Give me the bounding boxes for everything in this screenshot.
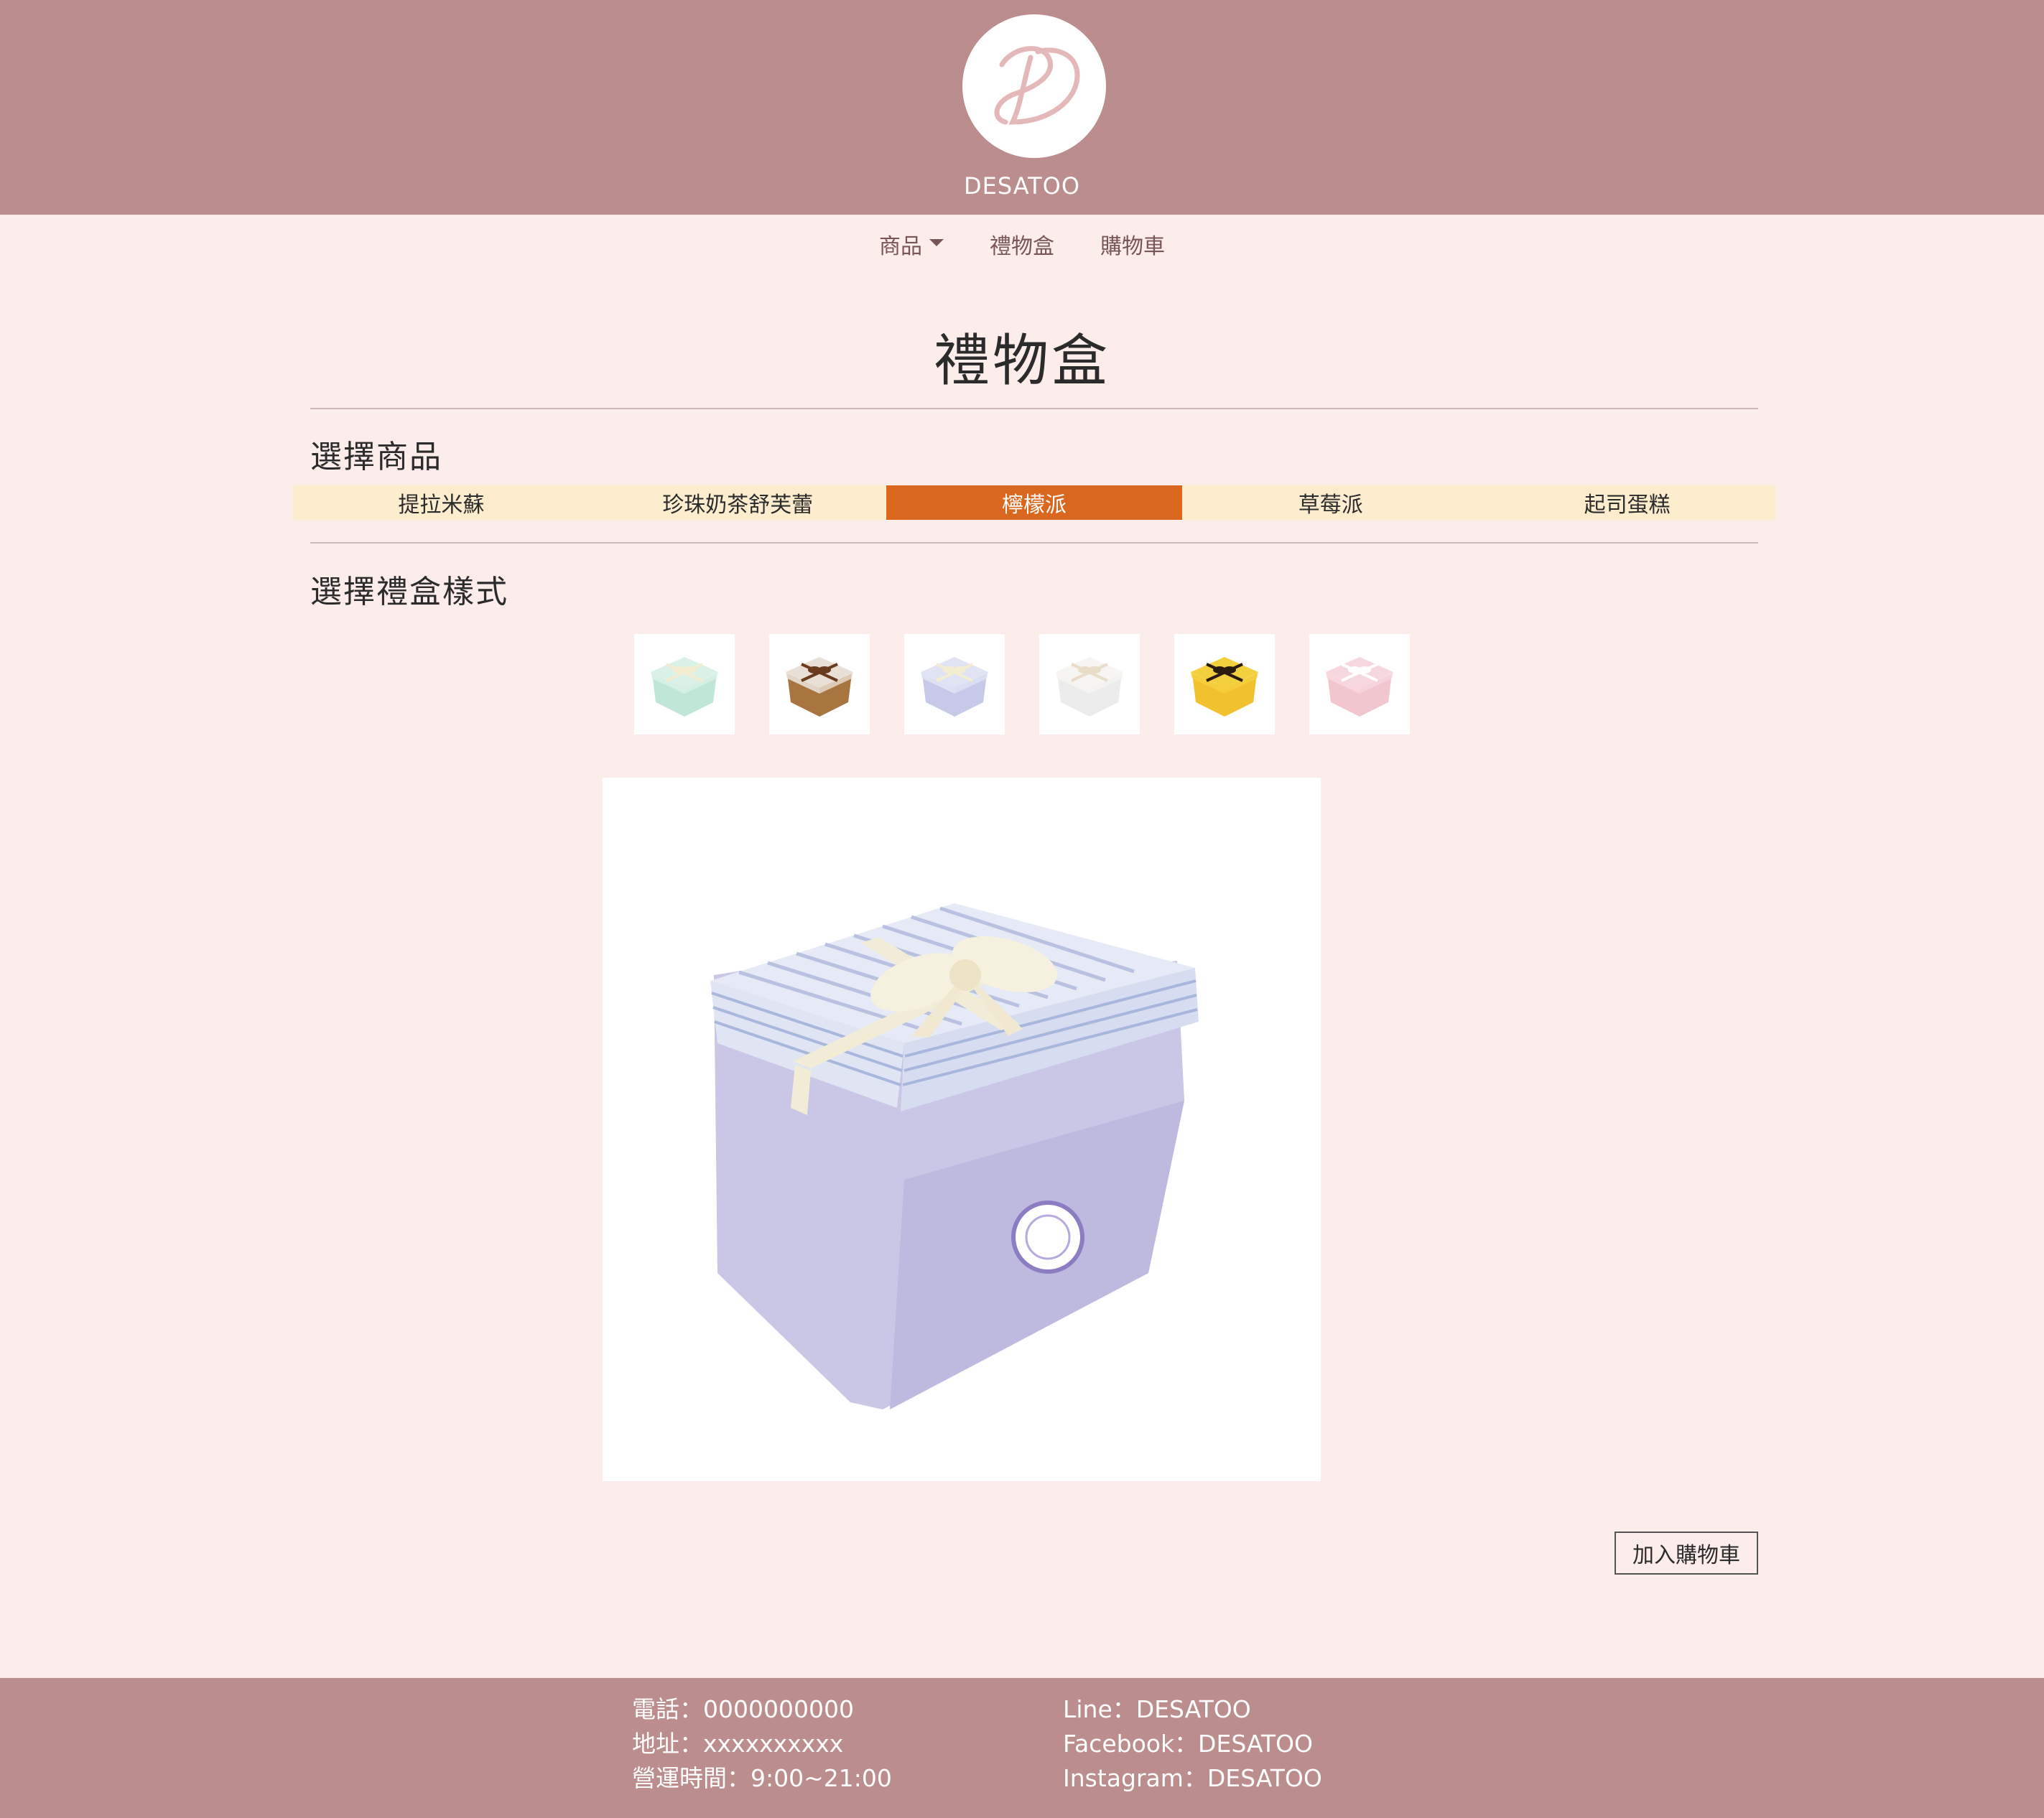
nav-item-label: 購物車 [1100,234,1165,259]
brown-gift-box-icon [786,657,853,717]
page-title: 禮物盒 [933,329,1110,393]
logo[interactable] [962,14,1106,158]
footer-contact: 電話：0000000000 地址：xxxxxxxxxx 營運時間：9:00~21… [632,1692,892,1796]
lavender-gift-box-image [710,903,1199,1409]
box-style-thumbnail[interactable] [1309,634,1410,735]
box-style-thumbnail[interactable] [634,634,735,735]
caret-down-icon [929,239,944,246]
logo-d-icon [994,46,1080,125]
brand-name: DESATOO [963,172,1081,200]
box-style-thumbnail[interactable] [904,634,1005,735]
lavender-gift-box-icon [921,657,988,717]
box-section-heading: 選擇禮盒樣式 [310,574,508,610]
nav-item-label: 禮物盒 [990,234,1054,259]
mint-gift-box-icon [651,657,718,717]
footer-social: Line：DESATOO Facebook：DESATOO Instagram：… [1063,1692,1322,1796]
site-header: DESATOO [0,0,2044,215]
footer-phone: 電話：0000000000 [632,1695,854,1723]
nav-item-label: 商品 [879,234,922,259]
gift-box-preview [603,778,1321,1481]
product-tab-milk-tea-souffle[interactable]: 珍珠奶茶舒芙蕾 [590,485,886,520]
yellow-gift-box-icon [1191,657,1258,717]
pink-gift-box-icon [1326,657,1393,717]
product-tabs: 提拉米蘇 珍珠奶茶舒芙蕾 檸檬派 草莓派 起司蛋糕 [293,485,1775,520]
product-tab-tiramisu[interactable]: 提拉米蘇 [293,485,590,520]
add-to-cart-button[interactable]: 加入購物車 [1615,1532,1758,1575]
product-tab-strawberry-pie[interactable]: 草莓派 [1182,485,1479,520]
footer-line[interactable]: Line：DESATOO [1063,1692,1322,1727]
box-style-thumbnail[interactable] [1174,634,1275,735]
divider [310,542,1758,544]
box-style-thumbnail[interactable] [769,634,870,735]
main-nav: 商品 禮物盒 購物車 [0,228,2044,260]
divider [310,408,1758,409]
site-footer: 電話：0000000000 地址：xxxxxxxxxx 營運時間：9:00~21… [0,1678,2044,1818]
box-style-thumbnails [0,634,2044,735]
footer-facebook[interactable]: Facebook：DESATOO [1063,1727,1322,1761]
footer-address: 地址：xxxxxxxxxx [632,1730,844,1758]
product-section-heading: 選擇商品 [310,439,442,475]
box-style-thumbnail[interactable] [1039,634,1140,735]
product-tab-lemon-pie[interactable]: 檸檬派 [886,485,1183,520]
footer-hours: 營運時間：9:00~21:00 [632,1764,892,1792]
footer-instagram[interactable]: Instagram：DESATOO [1063,1761,1322,1796]
nav-item-cart[interactable]: 購物車 [1077,228,1188,260]
product-tab-cheesecake[interactable]: 起司蛋糕 [1479,485,1775,520]
nav-item-products[interactable]: 商品 [856,228,967,260]
nav-item-gift-box[interactable]: 禮物盒 [967,228,1077,260]
white-gift-box-icon [1056,657,1123,717]
